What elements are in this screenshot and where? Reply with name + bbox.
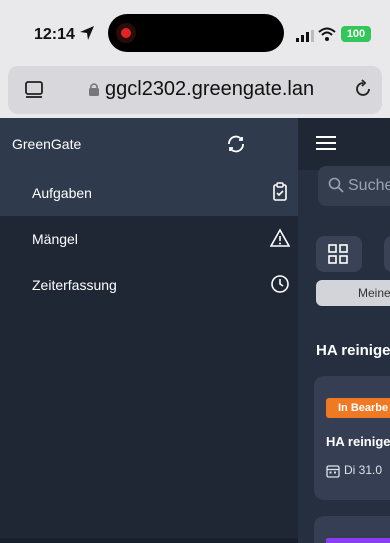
task-card-date: Di 31.0 bbox=[344, 463, 383, 477]
status-badge: In Bearbe bbox=[326, 398, 390, 418]
sidebar-header: GreenGate bbox=[0, 118, 298, 170]
search-placeholder: Suche bbox=[348, 177, 390, 194]
reload-icon[interactable] bbox=[352, 78, 374, 100]
battery-indicator: 100 bbox=[341, 26, 371, 42]
search-icon bbox=[328, 177, 344, 193]
status-bar: 12:14 100 bbox=[0, 0, 390, 62]
location-arrow-icon bbox=[80, 26, 94, 40]
lock-icon bbox=[89, 83, 99, 96]
section-heading: HA reinige bbox=[316, 342, 390, 359]
task-card[interactable] bbox=[314, 516, 390, 543]
url-text[interactable]: ggcl2302.greengate.lan bbox=[105, 78, 314, 101]
sidebar-item-zeiterfassung[interactable]: Zeiterfassung bbox=[0, 262, 298, 308]
wifi-icon bbox=[318, 27, 336, 41]
sidebar-title: GreenGate bbox=[12, 136, 82, 152]
view-toggle-button[interactable] bbox=[384, 236, 390, 272]
sidebar-item-label: Zeiterfassung bbox=[32, 277, 117, 293]
warning-triangle-icon bbox=[270, 228, 290, 247]
sidebar-bottom-edge bbox=[0, 538, 298, 543]
clock-time: 12:14 bbox=[34, 26, 75, 43]
status-badge bbox=[326, 538, 390, 543]
top-bar bbox=[298, 118, 390, 170]
grid-icon bbox=[328, 244, 348, 264]
cellular-signal-icon bbox=[296, 30, 314, 42]
search-input[interactable]: Suche bbox=[318, 166, 390, 206]
calendar-icon bbox=[326, 465, 340, 478]
filter-meine-label: Meine bbox=[358, 286, 390, 300]
sidebar-item-maengel[interactable]: Mängel bbox=[0, 216, 298, 262]
sidebar-item-aufgaben[interactable]: Aufgaben bbox=[0, 170, 298, 216]
filter-meine-button[interactable]: Meine bbox=[316, 280, 390, 306]
address-bar[interactable]: ggcl2302.greengate.lan bbox=[8, 66, 382, 114]
dynamic-island bbox=[108, 14, 284, 52]
clock-icon bbox=[271, 275, 289, 293]
main-content: Suche Meine HA reinige In Bearbe HA rein… bbox=[298, 118, 390, 543]
screen-recording-icon[interactable] bbox=[116, 23, 136, 43]
tabs-overview-icon[interactable] bbox=[24, 80, 44, 100]
sync-icon[interactable] bbox=[226, 134, 246, 154]
task-card[interactable]: In Bearbe HA reinige Di 31.0 bbox=[314, 376, 390, 500]
sidebar: GreenGate Aufgaben Mängel Zeiterfassung bbox=[0, 118, 298, 543]
hamburger-menu-icon[interactable] bbox=[316, 134, 336, 152]
sidebar-item-label: Aufgaben bbox=[32, 185, 92, 201]
grid-view-button[interactable] bbox=[316, 236, 362, 272]
task-card-title: HA reinige bbox=[326, 434, 390, 449]
screen: 12:14 100 ggcl2302.greengate.lan GreenGa… bbox=[0, 0, 390, 543]
status-badge-label: In Bearbe bbox=[338, 402, 389, 414]
sidebar-item-label: Mängel bbox=[32, 231, 78, 247]
clipboard-check-icon bbox=[273, 182, 287, 201]
